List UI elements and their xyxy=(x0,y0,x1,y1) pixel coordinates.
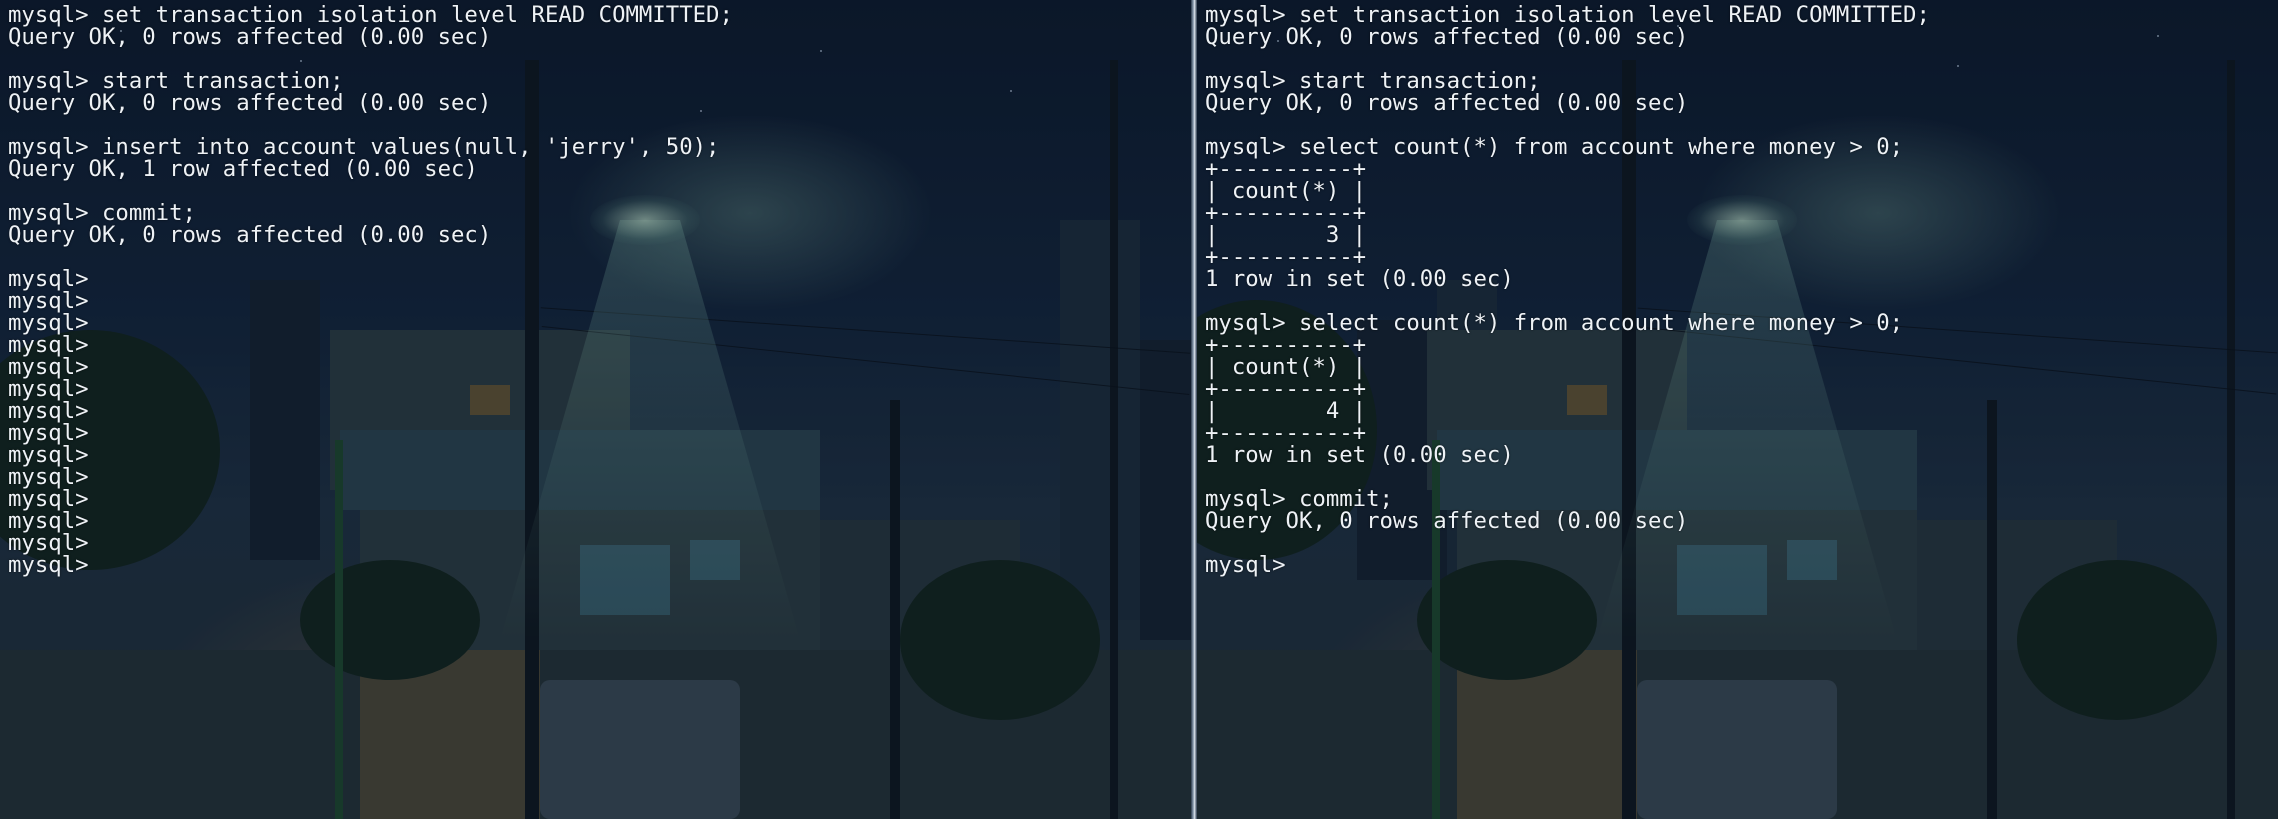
output-line: | 3 | xyxy=(1205,222,1367,248)
prompt-line: mysql> xyxy=(8,530,89,556)
prompt-line: mysql> xyxy=(8,508,89,534)
output-line: | 4 | xyxy=(1205,398,1367,424)
output-line: +----------+ xyxy=(1205,200,1367,226)
prompt-line: mysql> xyxy=(8,288,89,314)
prompt-line: mysql> xyxy=(8,354,89,380)
output-line: 1 row in set (0.00 sec) xyxy=(1205,266,1514,292)
right-terminal-output: mysql> set transaction isolation level R… xyxy=(1205,4,2278,576)
prompt-line: mysql> insert into account values(null, … xyxy=(8,134,720,160)
output-line: Query OK, 0 rows affected (0.00 sec) xyxy=(8,222,492,248)
prompt-line: mysql> xyxy=(8,552,89,578)
prompt-line: mysql> xyxy=(1205,552,1286,578)
prompt-line: mysql> commit; xyxy=(8,200,196,226)
prompt-line: mysql> set transaction isolation level R… xyxy=(1205,2,1930,28)
prompt-line: mysql> set transaction isolation level R… xyxy=(8,2,733,28)
prompt-line: mysql> start transaction; xyxy=(1205,68,1541,94)
output-line: Query OK, 0 rows affected (0.00 sec) xyxy=(1205,24,1689,50)
prompt-line: mysql> xyxy=(8,420,89,446)
prompt-line: mysql> xyxy=(8,486,89,512)
prompt-line: mysql> xyxy=(8,442,89,468)
output-line: Query OK, 0 rows affected (0.00 sec) xyxy=(8,90,492,116)
prompt-line: mysql> xyxy=(8,332,89,358)
left-terminal-pane[interactable]: mysql> set transaction isolation level R… xyxy=(0,0,1191,819)
output-line: | count(*) | xyxy=(1205,354,1367,380)
prompt-line: mysql> xyxy=(8,266,89,292)
prompt-line: mysql> xyxy=(8,398,89,424)
prompt-line: mysql> start transaction; xyxy=(8,68,344,94)
output-line: +----------+ xyxy=(1205,156,1367,182)
output-line: +----------+ xyxy=(1205,376,1367,402)
output-line: Query OK, 1 row affected (0.00 sec) xyxy=(8,156,478,182)
output-line: Query OK, 0 rows affected (0.00 sec) xyxy=(1205,90,1689,116)
output-line: +----------+ xyxy=(1205,244,1367,270)
output-line: 1 row in set (0.00 sec) xyxy=(1205,442,1514,468)
prompt-line: mysql> xyxy=(8,464,89,490)
output-line: Query OK, 0 rows affected (0.00 sec) xyxy=(1205,508,1689,534)
output-line: | count(*) | xyxy=(1205,178,1367,204)
prompt-line: mysql> xyxy=(8,376,89,402)
prompt-line: mysql> select count(*) from account wher… xyxy=(1205,310,1904,336)
prompt-line: mysql> select count(*) from account wher… xyxy=(1205,134,1904,160)
left-terminal-output: mysql> set transaction isolation level R… xyxy=(8,4,1191,576)
prompt-line: mysql> xyxy=(8,310,89,336)
output-line: +----------+ xyxy=(1205,420,1367,446)
terminal-window: mysql> set transaction isolation level R… xyxy=(0,0,2278,819)
right-terminal-pane[interactable]: mysql> set transaction isolation level R… xyxy=(1197,0,2278,819)
output-line: +----------+ xyxy=(1205,332,1367,358)
prompt-line: mysql> commit; xyxy=(1205,486,1393,512)
output-line: Query OK, 0 rows affected (0.00 sec) xyxy=(8,24,492,50)
